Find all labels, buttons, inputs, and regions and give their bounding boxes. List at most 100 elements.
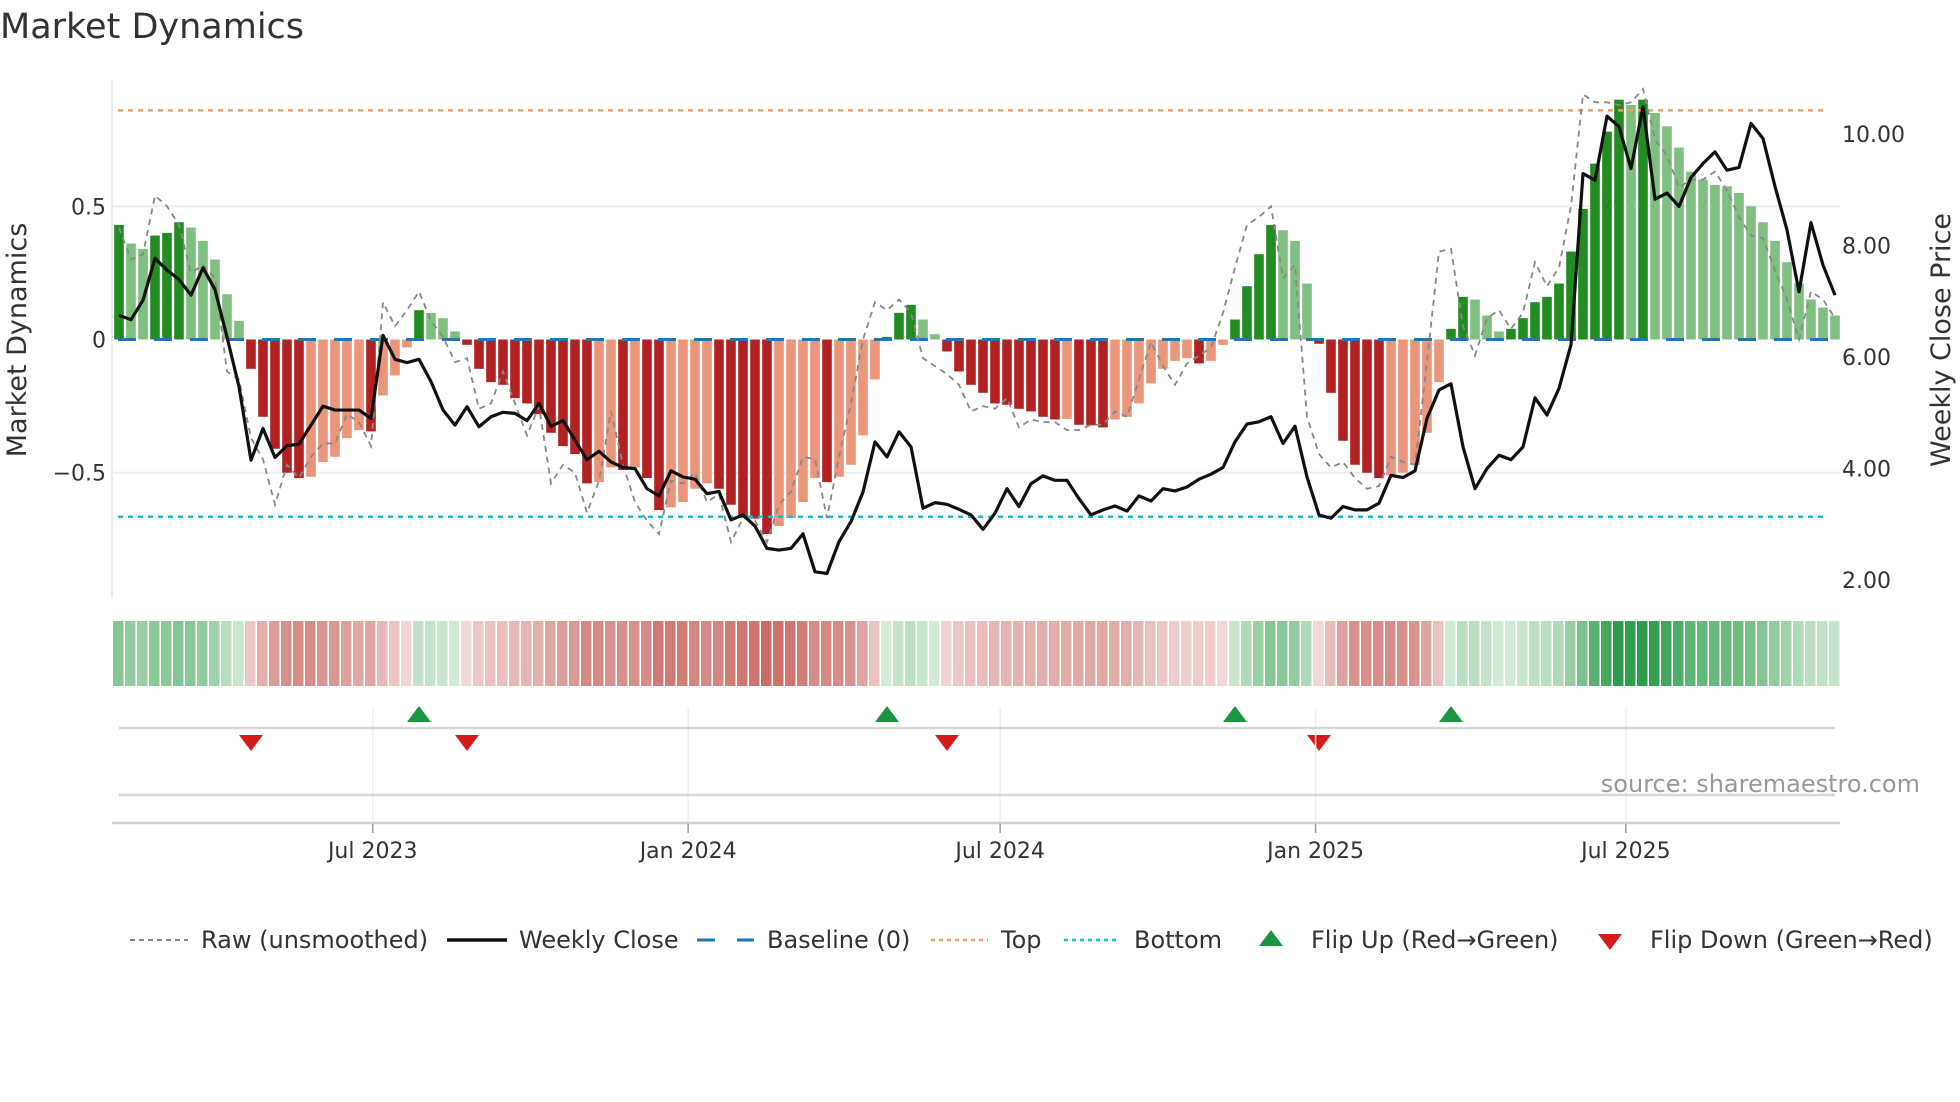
heatmap-cell (725, 621, 736, 686)
heatmap-cell (257, 621, 268, 686)
bar (1554, 283, 1564, 340)
bar (150, 235, 160, 340)
heatmap-cell (1289, 621, 1300, 686)
bar (822, 339, 832, 483)
y2-tick-label: 4.00 (1842, 458, 1891, 483)
bar (894, 312, 904, 340)
bar (1026, 339, 1036, 412)
series-lines (118, 87, 1837, 576)
heatmap-cell (653, 621, 664, 686)
heatmap-cell (1193, 621, 1204, 686)
flip-up-icon (1259, 930, 1283, 946)
heatmap-cell (377, 621, 388, 686)
heatmap-cell (1421, 621, 1432, 686)
heatmap-cell (1001, 621, 1012, 686)
bar (918, 319, 928, 340)
bar (642, 339, 652, 479)
heatmap-cell (1673, 621, 1684, 686)
heatmap-cell (1805, 621, 1816, 686)
heatmap-cell (401, 621, 412, 686)
bar (942, 339, 952, 352)
heatmap-cell (245, 621, 256, 686)
heatmap-cell (953, 621, 964, 686)
raw-line (118, 87, 1836, 545)
bar (738, 339, 748, 519)
heatmap-cell (1541, 621, 1552, 686)
heatmap-cell (857, 621, 868, 686)
y-tick-label: −0.5 (53, 462, 106, 487)
bar (870, 339, 880, 380)
legend-close-label: Weekly Close (519, 926, 679, 954)
bar (1446, 328, 1456, 340)
heatmap-cell (1229, 621, 1240, 686)
bar (1122, 339, 1132, 417)
heatmap-cell (473, 621, 484, 686)
heatmap-cell (521, 621, 532, 686)
heatmap-cell (1049, 621, 1060, 686)
bar (1254, 254, 1264, 340)
heatmap-cell (1469, 621, 1480, 686)
heatmap-cell (1721, 621, 1732, 686)
heatmap-cell (677, 621, 688, 686)
source-label: source: sharemaestro.com (1601, 770, 1920, 798)
flip-up-marker (407, 706, 431, 722)
heatmap-cell (221, 621, 232, 686)
heatmap-cell (1577, 621, 1588, 686)
y2-tick-label: 6.00 (1842, 346, 1891, 371)
bar (810, 339, 820, 479)
bar (978, 339, 988, 393)
heatmap-cell (833, 621, 844, 686)
heatmap-cell (845, 621, 856, 686)
bar (342, 339, 352, 439)
bar (1542, 296, 1552, 340)
heatmap-cell (305, 621, 316, 686)
bar (1770, 240, 1780, 340)
heatmap-cell (797, 621, 808, 686)
bar (1338, 339, 1348, 441)
heatmap-cell (533, 621, 544, 686)
bar (1326, 339, 1336, 393)
bar (1014, 339, 1024, 409)
bar (1374, 339, 1384, 479)
heatmap-cell (1733, 621, 1744, 686)
heatmap-cell (413, 621, 424, 686)
market-dynamics-chart: Market Dynamics 0.5 0 −0.5 10.00 8.00 6.00 4.0… (0, 7, 1957, 954)
bar (606, 339, 616, 468)
heatmap-cell (1709, 621, 1720, 686)
bar (1602, 131, 1612, 340)
heatmap-cell (1385, 621, 1396, 686)
heatmap-cell (389, 621, 400, 686)
heatmap-cell (1133, 621, 1144, 686)
heatmap-cell (689, 621, 700, 686)
heatmap-cell (233, 621, 244, 686)
heatmap-cell (1109, 621, 1120, 686)
heatmap-cell (1613, 621, 1624, 686)
bar (750, 339, 760, 519)
bar (1722, 186, 1732, 340)
flip-up-marker (1223, 706, 1247, 722)
heatmap-cell (869, 621, 880, 686)
bar (690, 339, 700, 489)
bar (354, 339, 364, 431)
y2-tick-label: 2.00 (1842, 569, 1891, 594)
heatmap-cell (1745, 621, 1756, 686)
bar (1302, 283, 1312, 340)
y2-axis-title: Weekly Close Price (1926, 213, 1957, 467)
heatmap-cell (185, 621, 196, 686)
heatmap-cell (701, 621, 712, 686)
bar (114, 224, 124, 340)
heatmap-cell (461, 621, 472, 686)
heatmap-cell (1169, 621, 1180, 686)
heatmap-cell (641, 621, 652, 686)
heatmap-cell (773, 621, 784, 686)
bars (114, 99, 1840, 535)
bar (714, 339, 724, 489)
heatmap-cell (1037, 621, 1048, 686)
heatmap-cell (1121, 621, 1132, 686)
heatmap-cell (1253, 621, 1264, 686)
heatmap-cell (881, 621, 892, 686)
heatmap-cell (1397, 621, 1408, 686)
bar (1086, 339, 1096, 426)
heatmap-cell (485, 621, 496, 686)
heatmap-cell (365, 621, 376, 686)
